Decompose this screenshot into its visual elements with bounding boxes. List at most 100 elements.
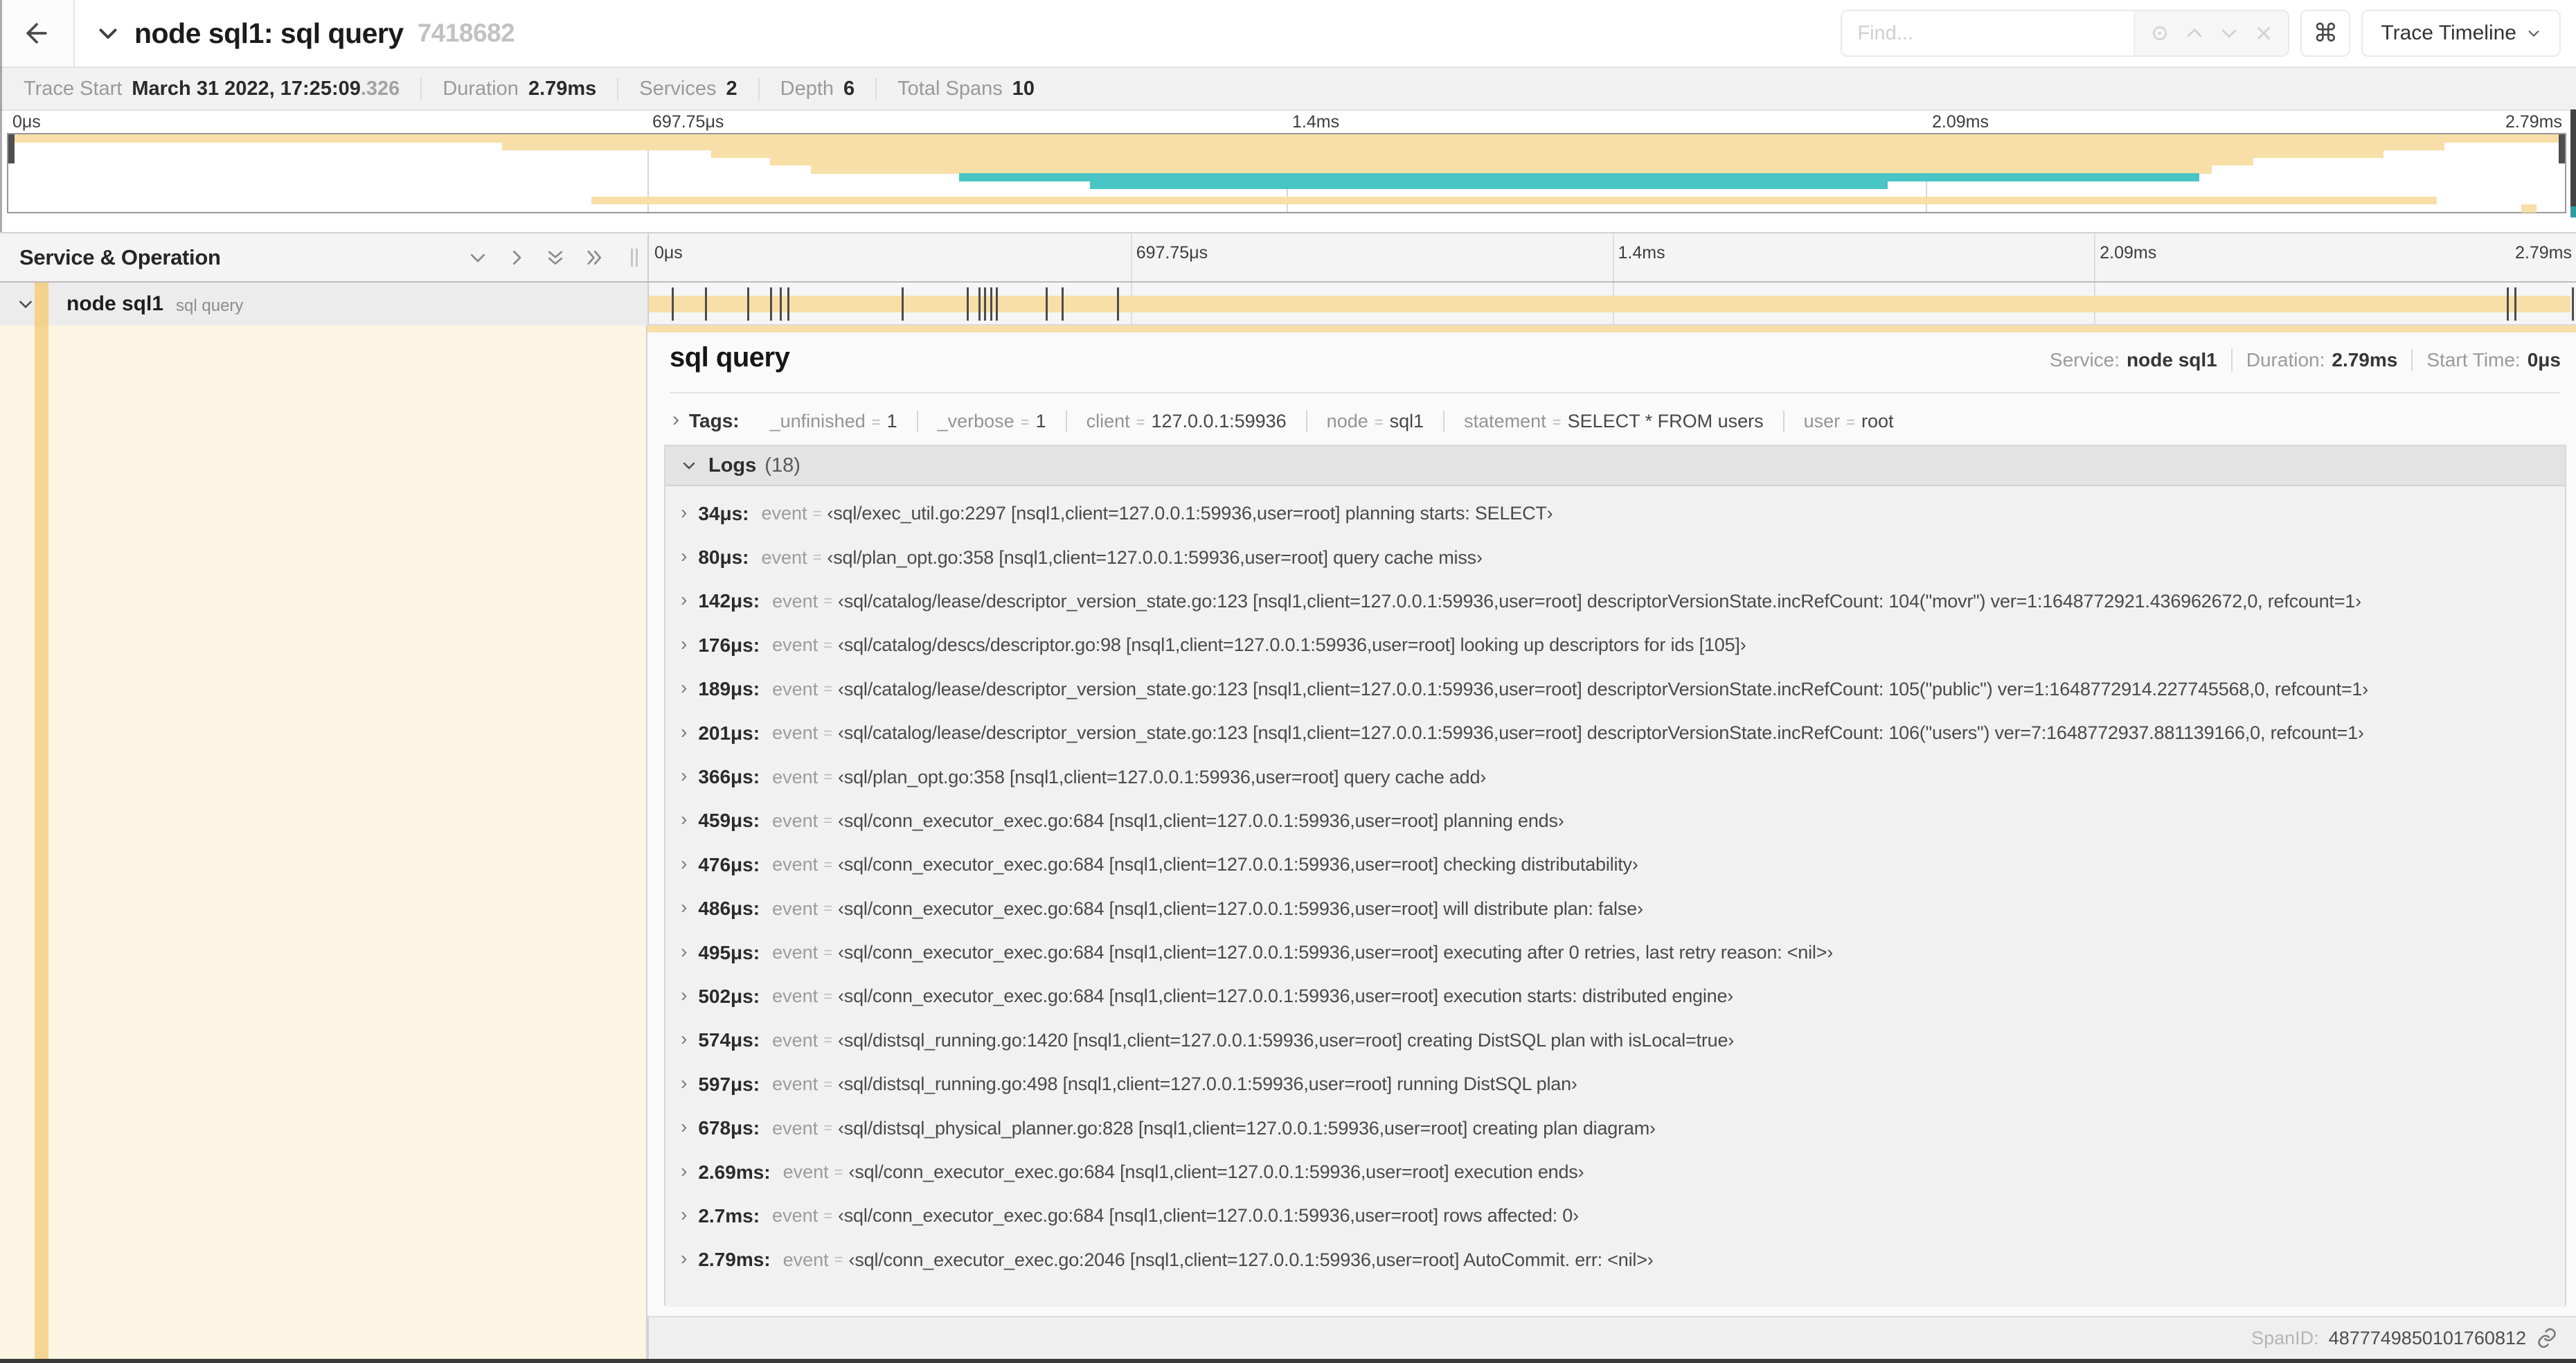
header: node sql1: sql query 7418682 ⌘ Trace Tim… — [0, 0, 2576, 66]
equals-sign: = — [823, 680, 832, 698]
keyboard-shortcuts-button[interactable]: ⌘ — [2300, 10, 2351, 57]
log-entry[interactable]: › 476μs: event = ‹sql/conn_executor_exec… — [665, 843, 2565, 887]
chevron-down-icon[interactable] — [17, 295, 35, 313]
next-match-icon[interactable] — [2219, 23, 2239, 44]
log-field-value: ‹sql/conn_executor_exec.go:684 [nsql1,cl… — [838, 854, 1638, 875]
timeline-minimap[interactable] — [7, 133, 2566, 213]
tag-value: 1 — [1035, 410, 1046, 431]
log-timestamp: 2.7ms: — [698, 1204, 760, 1227]
equals-sign: = — [823, 1206, 832, 1224]
log-entry[interactable]: › 2.79ms: event = ‹sql/conn_executor_exe… — [665, 1238, 2565, 1282]
log-field-value: ‹sql/conn_executor_exec.go:684 [nsql1,cl… — [838, 898, 1643, 919]
log-timestamp: 176μs: — [698, 634, 760, 656]
axis-tick-labels: 0μs 697.75μs 1.4ms 2.09ms 2.79ms — [649, 243, 2576, 264]
equals-sign: = — [1020, 413, 1030, 431]
summary-value: 6 — [843, 77, 855, 100]
log-field-key: event — [772, 1074, 819, 1095]
trace-summary-item: Total Spans 10 — [875, 77, 1055, 100]
summary-label: Services — [639, 77, 717, 100]
chevron-right-icon: › — [681, 983, 688, 1006]
tag-key: client — [1086, 410, 1130, 431]
span-row[interactable]: node sql1 sql query — [0, 283, 2576, 326]
tag-item: _verbose = 1 — [918, 410, 1067, 432]
span-row-timeline-cell[interactable] — [647, 283, 2576, 326]
log-entry[interactable]: › 2.69ms: event = ‹sql/conn_executor_exe… — [665, 1150, 2565, 1194]
log-field-value: ‹sql/distsql_physical_planner.go:828 [ns… — [838, 1117, 1656, 1139]
log-tick — [901, 287, 904, 321]
span-operation-name: sql query — [176, 296, 244, 315]
log-entry[interactable]: › 597μs: event = ‹sql/distsql_running.go… — [665, 1062, 2565, 1106]
minimap-tick-labels: 0μs 697.75μs 1.4ms 2.09ms 2.79ms — [7, 112, 2566, 133]
chevron-down-icon[interactable] — [96, 21, 120, 46]
expand-all-icon[interactable] — [584, 247, 605, 268]
tags-accordion[interactable]: › Tags: _unfinished = 1 _verbose = 1 cli… — [670, 403, 2561, 439]
log-tick — [780, 287, 782, 321]
timeline-axis: 0μs 697.75μs 1.4ms 2.09ms 2.79ms — [647, 233, 2576, 281]
log-entry[interactable]: › 678μs: event = ‹sql/distsql_physical_p… — [665, 1106, 2565, 1150]
minimap-span-bar — [501, 142, 2445, 150]
log-entry[interactable]: › 142μs: event = ‹sql/catalog/lease/desc… — [665, 580, 2565, 623]
span-color-accent-strip — [35, 326, 48, 1359]
expand-one-icon[interactable] — [506, 247, 527, 268]
collapse-one-icon[interactable] — [467, 247, 488, 268]
log-field-key: event — [772, 678, 819, 700]
span-row-name-cell[interactable]: node sql1 sql query — [0, 283, 647, 326]
prev-match-icon[interactable] — [2184, 23, 2205, 44]
log-entry[interactable]: › 574μs: event = ‹sql/distsql_running.go… — [665, 1019, 2565, 1062]
chevron-right-icon: › — [672, 408, 679, 431]
column-resize-handle[interactable] — [631, 248, 638, 267]
log-entry[interactable]: › 189μs: event = ‹sql/catalog/lease/desc… — [665, 668, 2565, 711]
chevron-right-icon: › — [681, 545, 688, 567]
logs-header[interactable]: Logs (18) — [665, 446, 2565, 486]
log-entry[interactable]: › 2.7ms: event = ‹sql/conn_executor_exec… — [665, 1194, 2565, 1238]
log-entry[interactable]: › 495μs: event = ‹sql/conn_executor_exec… — [665, 931, 2565, 974]
log-timestamp: 2.79ms: — [698, 1249, 771, 1271]
equals-sign: = — [812, 504, 822, 522]
back-button[interactable] — [0, 0, 75, 66]
arrow-left-icon — [21, 18, 52, 48]
meta-value: 0μs — [2527, 349, 2561, 371]
chevron-right-icon: › — [681, 1203, 688, 1225]
log-timestamp: 678μs: — [698, 1117, 760, 1139]
tag-key: _unfinished — [769, 410, 866, 431]
equals-sign: = — [823, 1031, 832, 1049]
equals-sign: = — [823, 900, 832, 918]
log-timestamp: 34μs: — [698, 502, 749, 524]
log-tick — [787, 287, 790, 321]
logs-accordion: Logs (18) › 34μs: event = ‹sql/exec_util… — [664, 445, 2566, 1336]
tag-item: statement = SELECT * FROM users — [1444, 410, 1785, 432]
logs-count: (18) — [764, 454, 800, 476]
equals-sign: = — [823, 592, 832, 610]
log-entry[interactable]: › 34μs: event = ‹sql/exec_util.go:2297 [… — [665, 492, 2565, 535]
log-entry[interactable]: › 486μs: event = ‹sql/conn_executor_exec… — [665, 887, 2565, 931]
minimap-right-scrub-handle[interactable] — [2559, 134, 2565, 163]
log-timestamp: 2.69ms: — [698, 1161, 771, 1183]
tag-key: _verbose — [937, 410, 1014, 431]
clear-search-icon[interactable] — [2253, 23, 2274, 44]
log-entry[interactable]: › 459μs: event = ‹sql/conn_executor_exec… — [665, 799, 2565, 843]
link-icon[interactable] — [2536, 1327, 2558, 1349]
view-select-label: Trace Timeline — [2381, 21, 2516, 44]
find-input[interactable] — [1842, 11, 2134, 55]
view-select-button[interactable]: Trace Timeline — [2361, 10, 2561, 57]
collapse-all-icon[interactable] — [545, 247, 566, 268]
chevron-right-icon: › — [681, 808, 688, 830]
log-tick — [2506, 287, 2509, 321]
equals-sign: = — [823, 1119, 832, 1137]
locate-icon[interactable] — [2149, 23, 2170, 44]
minimap-span-bar — [2521, 204, 2537, 213]
screen-edge-artifact — [2570, 109, 2576, 206]
log-field-key: event — [772, 1205, 819, 1227]
log-tick — [746, 287, 749, 321]
log-entry[interactable]: › 80μs: event = ‹sql/plan_opt.go:358 [ns… — [665, 535, 2565, 579]
log-timestamp: 476μs: — [698, 853, 760, 875]
tag-item: _unfinished = 1 — [751, 410, 918, 432]
log-entry[interactable]: › 176μs: event = ‹sql/catalog/descs/desc… — [665, 623, 2565, 667]
log-entry[interactable]: › 201μs: event = ‹sql/catalog/lease/desc… — [665, 711, 2565, 755]
minimap-left-scrub-handle[interactable] — [8, 134, 15, 163]
log-entry[interactable]: › 366μs: event = ‹sql/plan_opt.go:358 [n… — [665, 755, 2565, 799]
summary-value: 2 — [726, 77, 737, 100]
screen-edge-artifact-teal — [2570, 206, 2576, 217]
log-entry[interactable]: › 502μs: event = ‹sql/conn_executor_exec… — [665, 974, 2565, 1018]
log-timestamp: 459μs: — [698, 810, 760, 832]
